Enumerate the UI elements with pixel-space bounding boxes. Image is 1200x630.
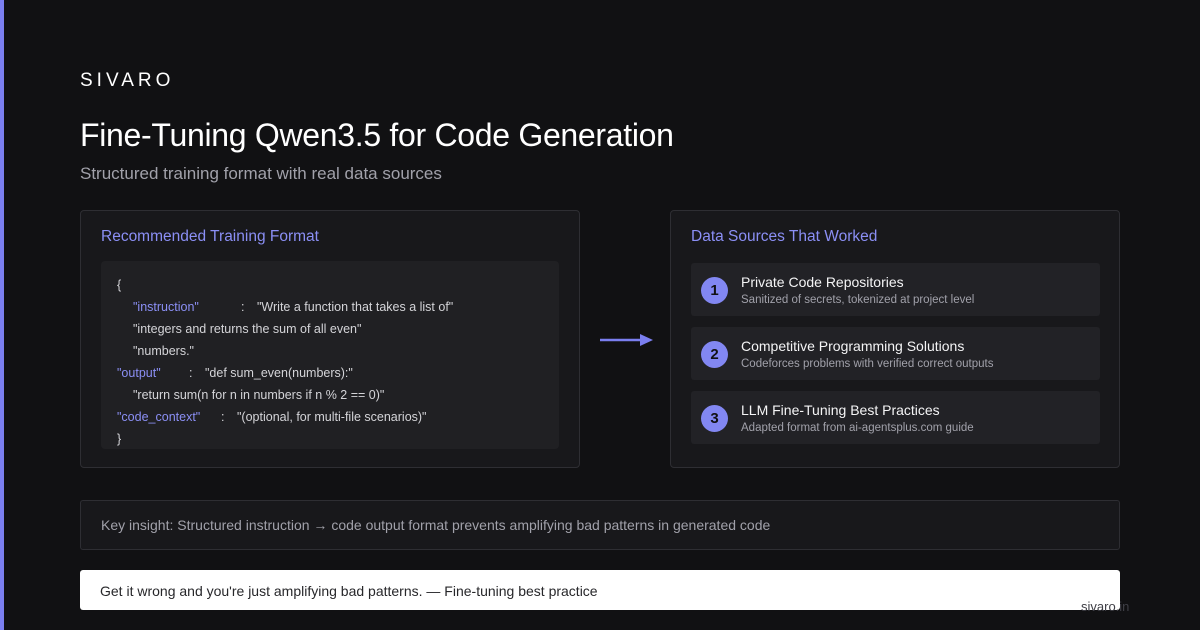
source-description: Sanitized of secrets, tokenized at proje…: [741, 294, 975, 306]
number-badge: 1: [701, 277, 728, 304]
code-open-brace: {: [117, 278, 122, 292]
code-context-colon: :: [221, 410, 225, 424]
number-badge: 2: [701, 341, 728, 368]
code-block: { "instruction" : "Write a function that…: [101, 261, 559, 449]
training-format-heading: Recommended Training Format: [101, 228, 319, 245]
code-context-key: "code_context": [117, 410, 201, 424]
data-sources-card: Data Sources That Worked 1 Private Code …: [670, 210, 1120, 468]
brand-logo: SIVARO: [80, 70, 175, 91]
arrow-right-icon: [600, 334, 653, 346]
key-insight-text: Key insight: Structured instruction → co…: [101, 517, 771, 533]
key-insight-box: Key insight: Structured instruction → co…: [80, 500, 1120, 550]
quote-box: Get it wrong and you're just amplifying …: [80, 570, 1120, 610]
code-output-line-2: "return sum(n for n in numbers if n % 2 …: [133, 388, 385, 402]
source-item-competitive-programming: 2 Competitive Programming Solutions Code…: [691, 327, 1100, 380]
page-title: Fine-Tuning Qwen3.5 for Code Generation: [80, 117, 674, 153]
code-instruction-colon: :: [241, 300, 245, 314]
watermark: sivaro.in: [1081, 599, 1130, 614]
code-instruction-line-3: "numbers.": [133, 344, 194, 358]
code-output-key: "output": [117, 366, 161, 380]
page-subtitle: Structured training format with real dat…: [80, 164, 442, 183]
training-format-card: Recommended Training Format { "instructi…: [80, 210, 580, 468]
code-close-brace: }: [117, 432, 122, 446]
data-sources-heading: Data Sources That Worked: [691, 228, 878, 245]
number-badge: 3: [701, 405, 728, 432]
source-item-llm-best-practices: 3 LLM Fine-Tuning Best Practices Adapted…: [691, 391, 1100, 444]
source-description: Adapted format from ai-agentsplus.com gu…: [741, 422, 974, 434]
code-output-line-1: "def sum_even(numbers):": [205, 366, 353, 380]
source-description: Codeforces problems with verified correc…: [741, 358, 994, 370]
source-item-private-repos: 1 Private Code Repositories Sanitized of…: [691, 263, 1100, 316]
code-instruction-key: "instruction": [133, 300, 199, 314]
code-instruction-line-1: "Write a function that takes a list of": [257, 300, 454, 314]
source-title: Competitive Programming Solutions: [741, 338, 965, 354]
code-context-value: "(optional, for multi-file scenarios)": [237, 410, 427, 424]
source-title: LLM Fine-Tuning Best Practices: [741, 402, 940, 418]
accent-bar: [0, 0, 4, 630]
code-output-colon: :: [189, 366, 193, 380]
code-instruction-line-2: "integers and returns the sum of all eve…: [133, 322, 362, 336]
source-title: Private Code Repositories: [741, 274, 904, 290]
quote-text: Get it wrong and you're just amplifying …: [100, 583, 598, 599]
